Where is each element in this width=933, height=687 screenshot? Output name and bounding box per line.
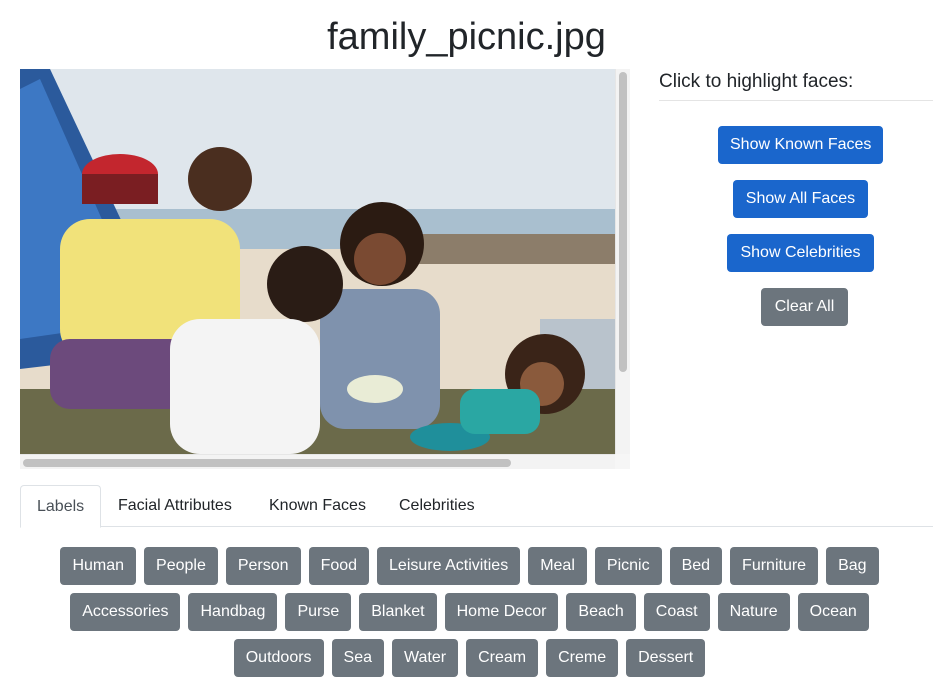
image-viewer[interactable] xyxy=(20,69,630,469)
labels-row: Outdoors Sea Water Cream Creme Dessert xyxy=(0,639,933,677)
tab-celebrities[interactable]: Celebrities xyxy=(383,485,491,527)
label-chip: Furniture xyxy=(730,547,819,585)
horizontal-scrollbar[interactable] xyxy=(20,454,615,469)
label-chip: Bed xyxy=(669,547,723,585)
label-chip: Purse xyxy=(285,593,352,631)
label-chip: Home Decor xyxy=(444,593,559,631)
label-chip: Accessories xyxy=(70,593,181,631)
photo-family-picnic xyxy=(20,69,615,454)
label-chip: Ocean xyxy=(797,593,869,631)
label-chip: Handbag xyxy=(188,593,278,631)
label-chip: Outdoors xyxy=(233,639,324,677)
horizontal-scroll-thumb[interactable] xyxy=(23,459,511,467)
label-chip: Food xyxy=(308,547,370,585)
label-chip: Bag xyxy=(826,547,879,585)
label-chip: Picnic xyxy=(594,547,662,585)
label-chip: Meal xyxy=(528,547,587,585)
label-chip: Sea xyxy=(331,639,385,677)
labels-row: Human People Person Food Leisure Activit… xyxy=(0,547,933,585)
panel-heading: Click to highlight faces: xyxy=(659,69,933,101)
page-title: family_picnic.jpg xyxy=(327,16,606,58)
tab-labels[interactable]: Labels xyxy=(20,485,101,528)
show-celebrities-button[interactable]: Show Celebrities xyxy=(727,234,874,272)
label-chip: Beach xyxy=(566,593,636,631)
vertical-scrollbar[interactable] xyxy=(615,69,630,454)
tab-bar: Labels Facial Attributes Known Faces Cel… xyxy=(20,485,933,528)
label-chip: Leisure Activities xyxy=(377,547,521,585)
label-chip: Nature xyxy=(717,593,790,631)
label-chip: People xyxy=(144,547,218,585)
labels-row: Accessories Handbag Purse Blanket Home D… xyxy=(0,593,933,631)
label-chip: Water xyxy=(392,639,459,677)
label-chip: Blanket xyxy=(359,593,437,631)
show-known-faces-button[interactable]: Show Known Faces xyxy=(718,126,883,164)
tab-facial-attributes[interactable]: Facial Attributes xyxy=(102,485,248,527)
label-chip: Coast xyxy=(643,593,710,631)
label-chip: Cream xyxy=(466,639,539,677)
label-chip: Creme xyxy=(546,639,619,677)
label-chip: Human xyxy=(60,547,137,585)
label-chip: Dessert xyxy=(626,639,706,677)
clear-all-button[interactable]: Clear All xyxy=(761,288,848,326)
show-all-faces-button[interactable]: Show All Faces xyxy=(733,180,868,218)
label-chip: Person xyxy=(225,547,301,585)
tab-known-faces[interactable]: Known Faces xyxy=(253,485,382,527)
vertical-scroll-thumb[interactable] xyxy=(619,72,627,372)
